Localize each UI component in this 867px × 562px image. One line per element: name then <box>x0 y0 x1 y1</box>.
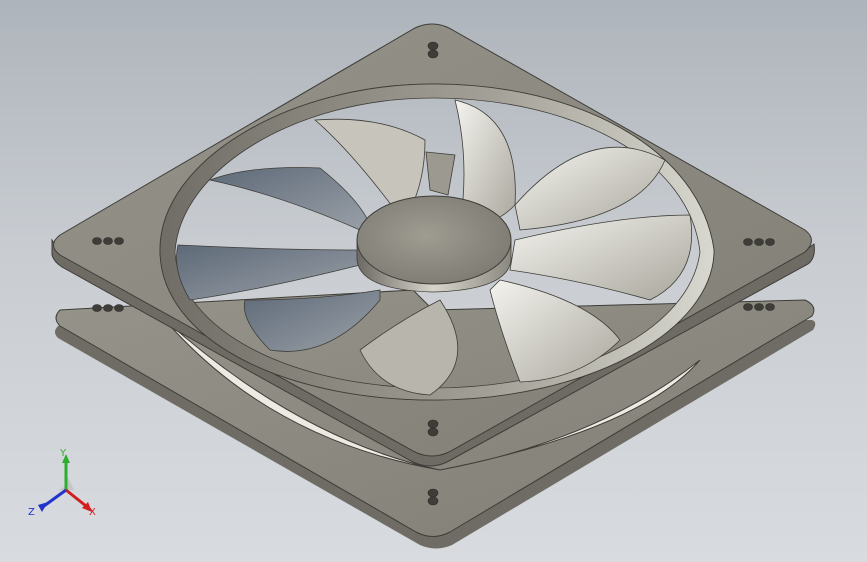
fan-hub[interactable] <box>356 195 512 293</box>
blade-8 <box>208 167 371 231</box>
z-axis-label: Z <box>28 507 35 518</box>
blade-7 <box>176 244 361 301</box>
x-axis-line <box>65 488 87 508</box>
mounting-hole-right <box>743 238 775 246</box>
x-axis-label: X <box>89 507 96 518</box>
y-axis-label: Y <box>59 448 67 459</box>
z-axis-line <box>43 488 67 508</box>
orientation-triad[interactable]: Y X Z <box>26 446 106 526</box>
mounting-hole-left <box>92 237 124 245</box>
stator-strut <box>425 151 456 196</box>
z-axis-arrow <box>38 502 48 512</box>
model-viewport[interactable] <box>0 0 867 562</box>
mounting-hole-lower-left <box>92 304 124 312</box>
mounting-hole-lower-right <box>743 303 775 311</box>
